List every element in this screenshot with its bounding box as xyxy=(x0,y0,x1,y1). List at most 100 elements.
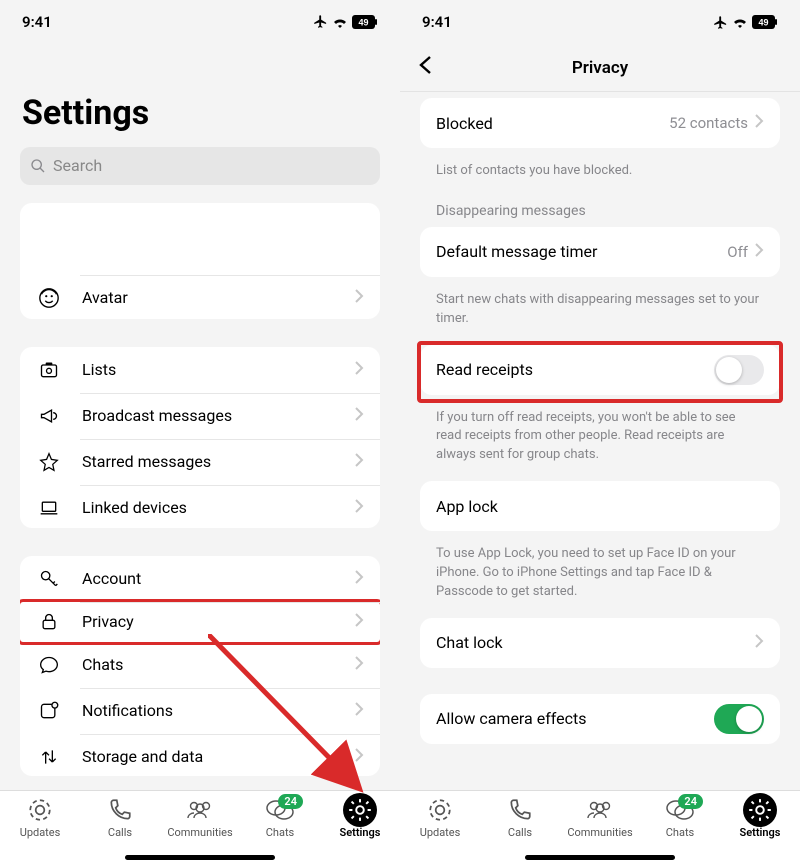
arrows-updown-icon xyxy=(36,747,62,767)
caption-app-lock: To use App Lock, you need to set up Face… xyxy=(400,539,800,618)
airplane-icon xyxy=(713,15,728,30)
chevron-right-icon xyxy=(354,360,364,380)
svg-text:49: 49 xyxy=(358,17,368,27)
tab-settings[interactable]: Settings xyxy=(325,797,395,839)
tab-updates[interactable]: Updates xyxy=(405,797,475,839)
caption-blocked: List of contacts you have blocked. xyxy=(400,156,800,197)
chevron-right-icon xyxy=(754,113,764,133)
chevron-right-icon xyxy=(354,288,364,308)
tab-calls[interactable]: Calls xyxy=(485,797,555,839)
phone-icon xyxy=(507,797,533,823)
row-notifications[interactable]: Notifications xyxy=(20,688,380,734)
row-profile[interactable] xyxy=(20,203,380,275)
row-privacy-label: Privacy xyxy=(82,612,354,631)
tab-chats[interactable]: 24 Chats xyxy=(645,797,715,839)
chevron-right-icon xyxy=(354,701,364,721)
status-icons: 49 xyxy=(713,15,778,30)
tab-settings-label: Settings xyxy=(740,826,781,839)
gear-icon xyxy=(347,797,373,823)
back-button[interactable] xyxy=(412,55,438,81)
row-storage-label: Storage and data xyxy=(82,747,354,766)
row-chats[interactable]: Chats xyxy=(20,642,380,688)
row-default-timer[interactable]: Default message timer Off xyxy=(420,227,780,277)
row-chat-lock[interactable]: Chat lock xyxy=(420,618,780,668)
tab-updates[interactable]: Updates xyxy=(5,797,75,839)
toggle-camera-effects[interactable] xyxy=(714,704,764,734)
tab-settings[interactable]: Settings xyxy=(725,797,795,839)
tab-updates-label: Updates xyxy=(20,826,61,839)
chevron-right-icon xyxy=(754,242,764,262)
chevron-right-icon xyxy=(354,452,364,472)
speech-bubble-icon xyxy=(36,655,62,675)
row-app-lock[interactable]: App lock xyxy=(420,481,780,531)
tab-chats-label: Chats xyxy=(266,826,294,839)
airplane-icon xyxy=(313,14,328,29)
gear-icon xyxy=(747,797,773,823)
row-camera-effects-label: Allow camera effects xyxy=(436,709,714,728)
chevron-right-icon xyxy=(754,633,764,653)
tab-communities-label: Communities xyxy=(167,826,232,839)
tab-settings-label: Settings xyxy=(340,826,381,839)
tab-communities[interactable]: Communities xyxy=(565,797,635,839)
search-input[interactable]: Search xyxy=(20,147,380,184)
row-read-receipts-label: Read receipts xyxy=(436,360,714,379)
tab-calls-label: Calls xyxy=(508,826,532,839)
toggle-read-receipts[interactable] xyxy=(714,355,764,385)
row-read-receipts: Read receipts xyxy=(420,345,780,395)
key-icon xyxy=(36,569,62,589)
megaphone-icon xyxy=(36,406,62,426)
chevron-right-icon xyxy=(354,612,364,632)
row-privacy[interactable]: Privacy xyxy=(20,599,380,645)
row-chats-label: Chats xyxy=(82,655,354,674)
page-title: Settings xyxy=(0,43,400,147)
row-avatar[interactable]: Avatar xyxy=(20,275,380,319)
row-starred[interactable]: Starred messages xyxy=(20,439,380,485)
wifi-icon xyxy=(732,16,748,28)
battery-icon: 49 xyxy=(352,15,378,29)
phone-icon xyxy=(107,797,133,823)
laptop-icon xyxy=(36,498,62,518)
statusbar-left: 9:41 49 xyxy=(0,0,400,43)
lock-icon xyxy=(36,612,62,632)
row-broadcast[interactable]: Broadcast messages xyxy=(20,393,380,439)
notification-badge-icon xyxy=(36,701,62,721)
wifi-icon xyxy=(332,16,348,28)
privacy-scroll[interactable]: Blocked 52 contacts List of contacts you… xyxy=(400,92,800,866)
svg-text:49: 49 xyxy=(758,18,768,28)
row-timer-value: Off xyxy=(727,243,748,261)
group-lists: Lists Broadcast messages Starred message… xyxy=(20,347,380,528)
row-blocked-value: 52 contacts xyxy=(669,114,748,132)
search-icon xyxy=(30,158,46,174)
group-profile: Avatar xyxy=(20,203,380,319)
home-indicator xyxy=(125,855,275,860)
tab-communities-label: Communities xyxy=(567,826,632,839)
status-time: 9:41 xyxy=(22,13,52,31)
row-blocked-label: Blocked xyxy=(436,114,669,133)
tab-calls[interactable]: Calls xyxy=(85,797,155,839)
updates-icon xyxy=(27,797,53,823)
row-account[interactable]: Account xyxy=(20,556,380,602)
row-linked-devices[interactable]: Linked devices xyxy=(20,485,380,528)
row-storage[interactable]: Storage and data xyxy=(20,734,380,776)
row-lists[interactable]: Lists xyxy=(20,347,380,393)
row-timer-label: Default message timer xyxy=(436,242,727,261)
tab-chats-label: Chats xyxy=(666,826,694,839)
lists-icon xyxy=(36,360,62,380)
row-chat-lock-label: Chat lock xyxy=(436,633,754,652)
row-lists-label: Lists xyxy=(82,360,354,379)
chats-badge: 24 xyxy=(278,794,303,809)
chats-badge: 24 xyxy=(678,794,703,809)
row-blocked[interactable]: Blocked 52 contacts xyxy=(420,98,780,148)
row-linked-label: Linked devices xyxy=(82,498,354,517)
tab-calls-label: Calls xyxy=(108,826,132,839)
tab-updates-label: Updates xyxy=(420,826,461,839)
status-time: 9:41 xyxy=(422,13,452,31)
chevron-right-icon xyxy=(354,498,364,518)
status-icons: 49 xyxy=(313,14,378,29)
chevron-right-icon xyxy=(354,655,364,675)
phone-privacy: 9:41 49 Privacy Blocked 52 contacts List… xyxy=(400,0,800,866)
tab-chats[interactable]: 24 Chats xyxy=(245,797,315,839)
tab-communities[interactable]: Communities xyxy=(165,797,235,839)
row-account-label: Account xyxy=(82,569,354,588)
row-notifications-label: Notifications xyxy=(82,701,354,720)
